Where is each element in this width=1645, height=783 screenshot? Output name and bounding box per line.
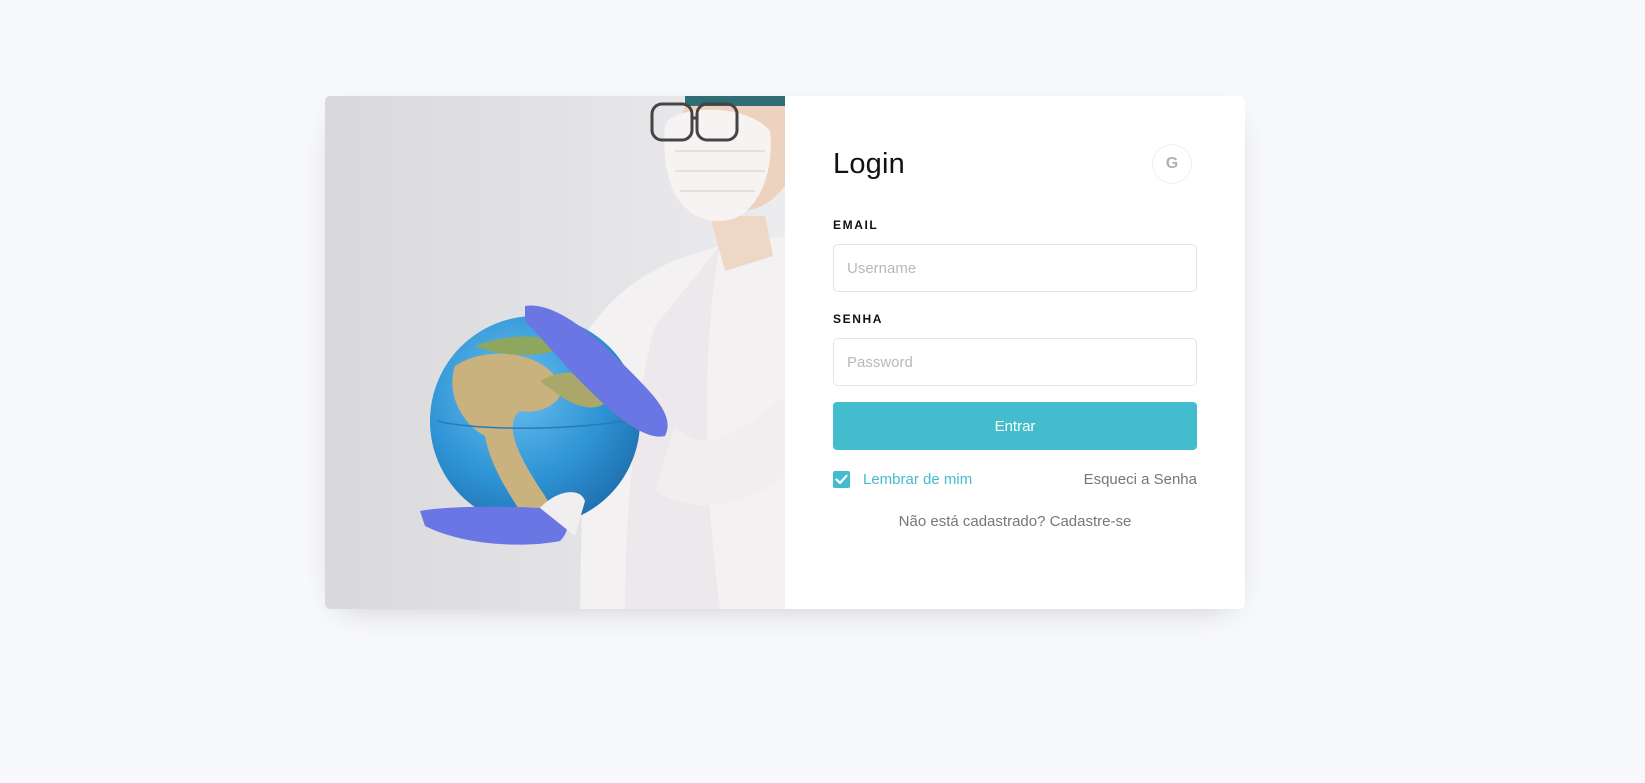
remember-me[interactable]: Lembrar de mim: [833, 471, 972, 488]
page-title: Login: [833, 147, 905, 180]
password-label: SENHA: [833, 312, 884, 326]
register-row: Não está cadastrado? Cadastre-se: [833, 513, 1197, 530]
google-icon: G: [1165, 155, 1179, 172]
login-card: Login G EMAIL SENHA Entrar Lembrar de mi…: [325, 96, 1245, 609]
hero-image: [325, 96, 785, 609]
remember-label: Lembrar de mim: [863, 471, 973, 488]
submit-button[interactable]: Entrar: [833, 402, 1197, 450]
password-group: SENHA: [833, 312, 1197, 386]
remember-checkbox[interactable]: [833, 471, 850, 488]
register-link[interactable]: Cadastre-se: [1050, 513, 1132, 530]
check-icon: [835, 474, 848, 485]
password-input[interactable]: [833, 338, 1197, 386]
email-input[interactable]: [833, 244, 1197, 292]
email-label: EMAIL: [833, 218, 879, 232]
forgot-password-link[interactable]: Esqueci a Senha: [1084, 471, 1197, 488]
email-group: EMAIL: [833, 218, 1197, 292]
register-prompt: Não está cadastrado?: [898, 513, 1050, 530]
login-form-pane: Login G EMAIL SENHA Entrar Lembrar de mi…: [785, 96, 1245, 609]
title-row: Login G: [833, 144, 1197, 184]
google-login-button[interactable]: G: [1152, 144, 1192, 184]
options-row: Lembrar de mim Esqueci a Senha: [833, 471, 1197, 488]
hero-illustration: [420, 96, 785, 609]
